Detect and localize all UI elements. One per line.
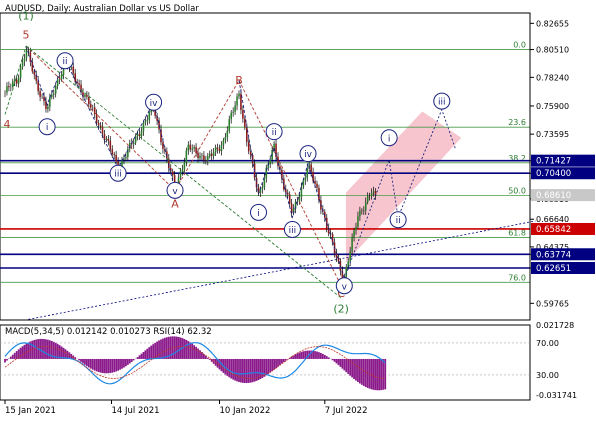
wave-label-minor: iii (289, 226, 297, 236)
level-tag-label: 0.62651 (536, 264, 571, 274)
wave-label-minor: ii (272, 128, 277, 138)
level-tag-label: 0.71427 (536, 157, 571, 167)
wave-label-minor: i (46, 123, 49, 133)
level-tag-label: 0.63774 (536, 250, 571, 260)
wave-label-minor: ii (396, 216, 401, 226)
wave-label-minor: iii (438, 98, 446, 108)
fib-level-label: 38.2 (508, 154, 526, 163)
wave-label-minor: iii (114, 170, 122, 180)
time-tick-label: 15 Jan 2021 (5, 406, 56, 416)
wave-label-major: (1) (18, 10, 34, 23)
wave-label-major: (2) (333, 303, 349, 316)
price-tick-label: 0.59765 (536, 299, 569, 308)
wave-label-minor: ii (63, 57, 68, 67)
chart-root: AUDUSD, Daily: Australian Dollar vs US D… (0, 0, 596, 425)
price-tick-label: 0.78240 (536, 73, 569, 82)
level-tag-label: 0.70400 (536, 169, 571, 179)
time-tick-label: 10 Jan 2022 (220, 406, 271, 416)
wave-label-minor: v (172, 187, 178, 197)
price-tick-label: 0.82655 (536, 19, 569, 28)
fib-level-label: 0.0 (513, 41, 526, 50)
indicator-label: MACD(5,34,5) 0.012142 0.010273 RSI(14) 6… (5, 327, 212, 337)
fib-level-label: 76.0 (508, 273, 526, 282)
indicator-tick-label: 70.00 (536, 339, 559, 348)
price-tick-label: 0.75900 (536, 102, 569, 111)
time-tick-label: 14 Jul 2021 (111, 406, 159, 416)
wave-label-minor: iv (150, 99, 159, 109)
indicator-tick-label: -0.031741 (536, 391, 577, 400)
level-tag-label: 0.65842 (536, 225, 571, 235)
price-tick-label: 0.73595 (536, 130, 569, 139)
price-tick-label: 0.66640 (536, 215, 569, 224)
wave-label-major: 4 (3, 118, 10, 131)
chart-canvas: AUDUSD, Daily: Australian Dollar vs US D… (0, 0, 596, 425)
wave-label-minor: iv (304, 150, 313, 160)
wave-label-major: B (235, 74, 243, 87)
indicator-tick-label: 30.00 (536, 371, 559, 380)
wave-label-minor: v (342, 282, 348, 292)
price-tick-label: 0.80510 (536, 46, 569, 55)
wave-label-major: 5 (23, 29, 30, 42)
wave-label-minor: i (257, 209, 260, 219)
fib-level-label: 23.6 (508, 118, 526, 127)
indicator-tick-label: 0.021728 (536, 321, 574, 330)
time-tick-label: 7 Jul 2022 (325, 406, 368, 416)
wave-label-minor: i (388, 134, 391, 144)
fib-level-label: 50.0 (508, 187, 526, 196)
wave-label-major: A (171, 197, 179, 210)
current-price-label: 0.68610 (536, 191, 571, 201)
fib-level-label: 61.8 (508, 228, 526, 237)
